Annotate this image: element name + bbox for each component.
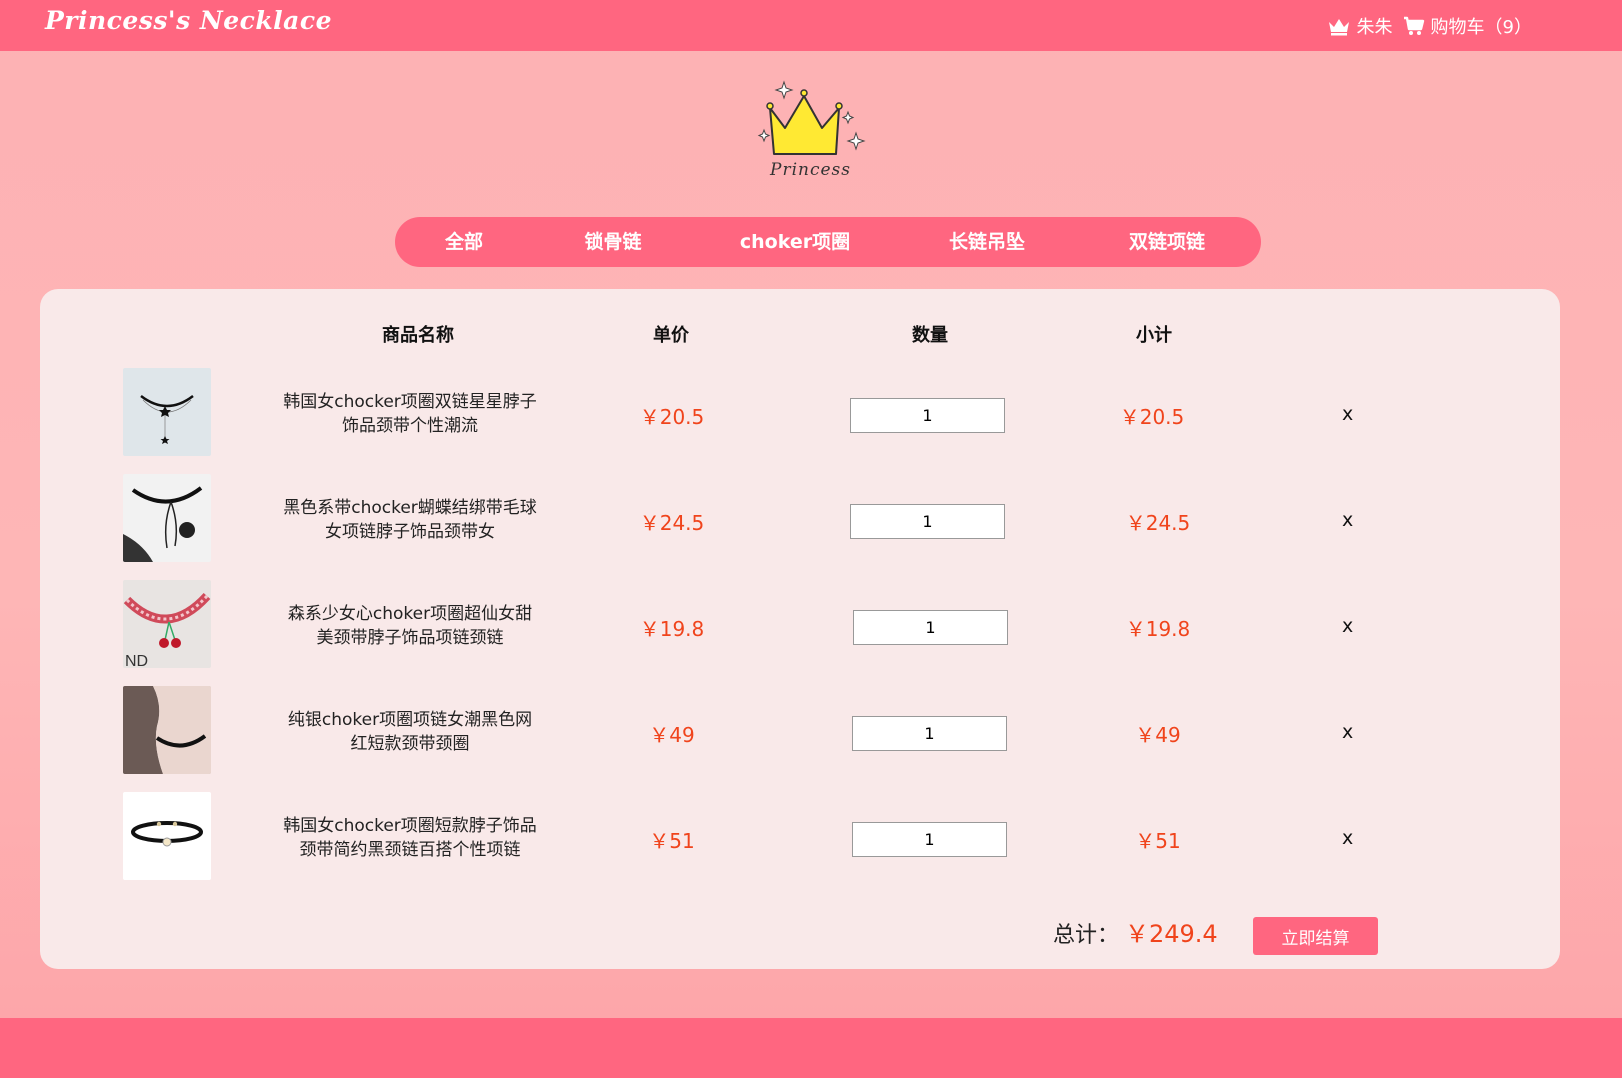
tab-collarbone-chain[interactable]: 锁骨链	[584, 217, 641, 267]
product-name[interactable]: 韩国女chocker项圈双链星星脖子饰品颈带个性潮流	[280, 390, 540, 438]
remove-item-button[interactable]: x	[1342, 827, 1353, 849]
product-thumbnail[interactable]	[123, 474, 211, 562]
column-header-price: 单价	[653, 325, 689, 346]
remove-item-button[interactable]: x	[1342, 403, 1353, 425]
product-thumbnail[interactable]	[123, 686, 211, 774]
quantity-input[interactable]	[852, 822, 1007, 857]
product-name[interactable]: 黑色系带chocker蝴蝶结绑带毛球女项链脖子饰品颈带女	[280, 496, 540, 544]
brand-logo-text[interactable]: Princess's Necklace	[45, 6, 332, 35]
shopping-cart-icon	[1403, 16, 1424, 35]
product-thumbnail[interactable]	[123, 792, 211, 880]
product-thumbnail[interactable]: ND	[123, 580, 211, 668]
logo-text: Princess	[770, 160, 851, 180]
princess-logo: Princess	[752, 76, 870, 188]
checkout-button[interactable]: 立即结算	[1253, 917, 1378, 955]
tab-all[interactable]: 全部	[445, 217, 483, 267]
table-row: 韩国女chocker项圈短款脖子饰品颈带简约黑颈链百搭个性项链 ￥51 ￥51 …	[40, 792, 1560, 880]
quantity-input[interactable]	[850, 504, 1005, 539]
quantity-input[interactable]	[850, 398, 1005, 433]
column-header-name: 商品名称	[382, 325, 454, 346]
subtotal: ￥24.5	[1125, 511, 1191, 535]
tab-double-chain[interactable]: 双链项链	[1129, 217, 1205, 267]
svg-text:ND: ND	[125, 653, 148, 668]
crown-icon	[1328, 19, 1349, 36]
unit-price: ￥20.5	[639, 405, 705, 429]
total-value: ￥249.4	[1125, 920, 1218, 948]
quantity-input[interactable]	[852, 716, 1007, 751]
table-row: 纯银choker项圈项链女潮黑色网红短款颈带颈圈 ￥49 ￥49 x	[40, 686, 1560, 774]
subtotal: ￥19.8	[1125, 617, 1191, 641]
unit-price: ￥51	[649, 829, 695, 853]
product-name[interactable]: 纯银choker项圈项链女潮黑色网红短款颈带颈圈	[280, 708, 540, 756]
remove-item-button[interactable]: x	[1342, 721, 1353, 743]
subtotal: ￥20.5	[1119, 405, 1185, 429]
product-name[interactable]: 森系少女心choker项圈超仙女甜美颈带脖子饰品项链颈链	[280, 602, 540, 650]
cart-label: 购物车（9）	[1430, 17, 1532, 38]
unit-price: ￥49	[649, 723, 695, 747]
category-nav: 全部 锁骨链 choker项圈 长链吊坠 双链项链	[395, 217, 1261, 267]
table-row: 黑色系带chocker蝴蝶结绑带毛球女项链脖子饰品颈带女 ￥24.5 ￥24.5…	[40, 474, 1560, 562]
subtotal: ￥51	[1135, 829, 1181, 853]
quantity-input[interactable]	[853, 610, 1008, 645]
unit-price: ￥19.8	[639, 617, 705, 641]
product-thumbnail[interactable]	[123, 368, 211, 456]
cart-panel: 商品名称 单价 数量 小计 韩国女chocker项圈双链星星脖子饰品颈带个性潮流…	[40, 289, 1560, 969]
table-row: ND 森系少女心choker项圈超仙女甜美颈带脖子饰品项链颈链 ￥19.8 ￥1…	[40, 580, 1560, 668]
cart-link[interactable]: 购物车（9）	[1403, 13, 1532, 39]
total-label: 总计：	[1053, 923, 1120, 948]
user-link[interactable]: 朱朱	[1327, 13, 1393, 39]
tab-choker[interactable]: choker项圈	[740, 217, 850, 267]
product-name[interactable]: 韩国女chocker项圈短款脖子饰品颈带简约黑颈链百搭个性项链	[280, 814, 540, 862]
column-header-subtotal: 小计	[1136, 325, 1172, 346]
subtotal: ￥49	[1135, 723, 1181, 747]
column-header-quantity: 数量	[912, 325, 948, 346]
top-bar: Princess's Necklace 朱朱 购物车（9）	[0, 0, 1622, 51]
user-area: 朱朱 购物车（9）	[1327, 12, 1532, 40]
remove-item-button[interactable]: x	[1342, 509, 1353, 531]
table-row: 韩国女chocker项圈双链星星脖子饰品颈带个性潮流 ￥20.5 ￥20.5 x	[40, 368, 1560, 456]
unit-price: ￥24.5	[639, 511, 705, 535]
user-name: 朱朱	[1356, 17, 1393, 38]
tab-long-pendant[interactable]: 长链吊坠	[949, 217, 1025, 267]
footer-bar	[0, 1018, 1622, 1078]
remove-item-button[interactable]: x	[1342, 615, 1353, 637]
crown-icon	[757, 80, 866, 155]
